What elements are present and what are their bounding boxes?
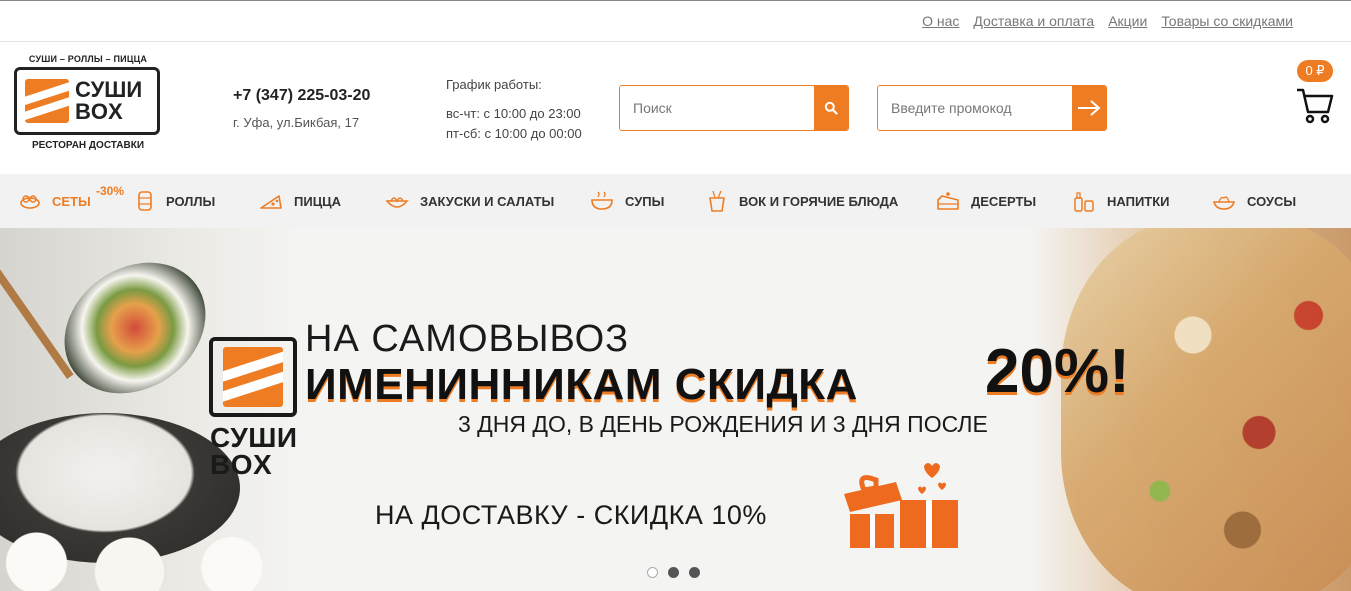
nav-item-label: Десерты (971, 193, 1037, 209)
logo-mark-icon (25, 79, 69, 123)
promo-box (877, 85, 1107, 131)
salad-icon (385, 197, 409, 208)
banner-logo-line1: СУШИ (210, 422, 298, 453)
address: г. Уфа, ул.Бикбая, 17 (233, 115, 360, 130)
banner-delivery-text: НА ДОСТАВКУ - СКИДКА 10% (375, 500, 767, 530)
nav-item-rolls[interactable]: Роллы (135, 174, 215, 228)
logo-name: СУШИ BOX (75, 79, 142, 123)
nav-item-pizza[interactable]: Пицца (259, 174, 341, 228)
logo-name-line1: СУШИ (75, 77, 143, 102)
top-links-bar: О нас Доставка и оплата Акции Товары со … (0, 1, 1351, 42)
banner-logo-text: СУШИ BOX (210, 422, 298, 480)
logo-name-line2: BOX (75, 99, 123, 124)
link-delivery-payment[interactable]: Доставка и оплата (973, 13, 1094, 29)
link-promotions[interactable]: Акции (1108, 13, 1147, 29)
banner-headline: ИМЕНИННИКАМ СКИДКА (305, 360, 858, 409)
nav-item-label: Пицца (294, 193, 342, 209)
search-input[interactable] (620, 86, 814, 130)
search-icon (824, 101, 838, 115)
cart[interactable]: 0 ₽ (1293, 60, 1339, 128)
nav-item-wok-hot-dishes[interactable]: Вок и горячие блюда (706, 174, 898, 228)
slider-dot-3[interactable] (689, 567, 700, 578)
promo-banner[interactable]: СУШИ BOX НА САМОВЫВОЗ ИМЕНИННИКАМ СКИДКА… (0, 228, 1351, 591)
nav-item-label: Сеты (52, 193, 91, 209)
phone-number[interactable]: +7 (347) 225-03-20 (233, 87, 370, 105)
nav-item-label: Соусы (1247, 193, 1297, 209)
page: О нас Доставка и оплата Акции Товары со … (0, 0, 1351, 591)
nav-item-drinks[interactable]: Напитки (1072, 174, 1170, 228)
banner-pickup-text: НА САМОВЫВОЗ (305, 318, 630, 360)
drinks-icon (1074, 192, 1094, 212)
site-logo[interactable]: СУШИ – РОЛЛЫ – ПИЦЦА СУШИ BOX РЕСТОРАН Д… (14, 54, 162, 156)
banner-logo-line2: BOX (210, 449, 273, 480)
gift-icon (844, 463, 958, 548)
rolls-icon (138, 191, 152, 211)
soup-icon (591, 191, 613, 210)
schedule-title: График работы: (446, 77, 542, 92)
sushi-rolls (0, 518, 300, 591)
nav-item-soups[interactable]: Супы (590, 174, 664, 228)
cart-amount-badge: 0 ₽ (1297, 60, 1333, 82)
banner-percent: 20%! (985, 337, 1130, 406)
wok-icon (709, 190, 725, 212)
schedule-line-2: пт-сб: с 10:00 до 00:00 (446, 126, 582, 141)
banner-subheadline: 3 ДНЯ ДО, В ДЕНЬ РОЖДЕНИЯ И 3 ДНЯ ПОСЛЕ (458, 411, 988, 437)
banner-logo-mark-icon (223, 347, 283, 407)
pizza-icon (260, 195, 282, 209)
nav-item-label: Супы (625, 193, 665, 209)
search-button[interactable] (814, 86, 848, 130)
link-discount-products[interactable]: Товары со скидками (1161, 13, 1293, 29)
nav-item-label: Роллы (166, 193, 216, 209)
dessert-icon (937, 192, 959, 210)
cart-icon (1297, 88, 1334, 124)
nav-item-label: Напитки (1107, 193, 1170, 209)
link-about[interactable]: О нас (922, 13, 959, 29)
slider-dot-1[interactable] (647, 567, 658, 578)
logo-subtitle: РЕСТОРАН ДОСТАВКИ (31, 140, 145, 151)
slider-dots (647, 567, 700, 578)
sets-icon (20, 195, 40, 209)
nav-item-desserts[interactable]: Десерты (936, 174, 1036, 228)
nav-item-sauces[interactable]: Соусы (1212, 174, 1296, 228)
header: СУШИ – РОЛЛЫ – ПИЦЦА СУШИ BOX РЕСТОРАН Д… (0, 42, 1351, 173)
category-nav: Сеты -30% Роллы Пицца Закуски и салаты С… (0, 174, 1351, 228)
nav-item-label: Вок и горячие блюда (739, 193, 899, 209)
nav-item-snacks-salads[interactable]: Закуски и салаты (385, 174, 554, 228)
pizza-image (1061, 228, 1351, 591)
promo-apply-button[interactable] (1072, 86, 1106, 130)
banner-logo (209, 337, 297, 417)
search-box (619, 85, 849, 131)
nav-item-label: Закуски и салаты (420, 193, 555, 209)
logo-box: СУШИ BOX (14, 67, 160, 135)
sets-discount-badge: -30% (96, 184, 125, 198)
promo-code-input[interactable] (878, 86, 1072, 130)
slider-dot-2[interactable] (668, 567, 679, 578)
arrow-right-icon (1078, 100, 1101, 116)
logo-tagline: СУШИ – РОЛЛЫ – ПИЦЦА (28, 54, 148, 64)
schedule-line-1: вс-чт: с 10:00 до 23:00 (446, 106, 581, 121)
nav-item-sets[interactable]: Сеты (19, 174, 91, 228)
sauce-icon (1212, 196, 1236, 210)
